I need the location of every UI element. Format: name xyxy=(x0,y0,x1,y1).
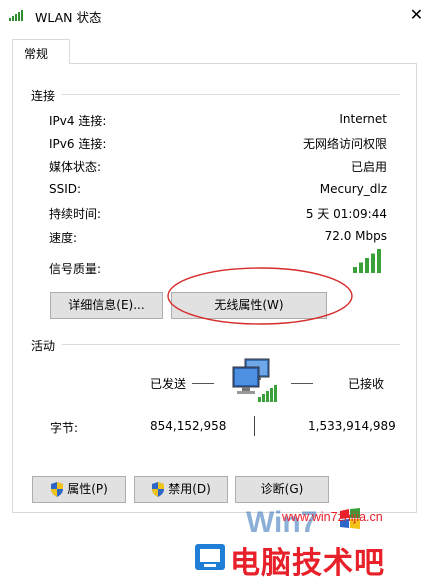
ipv4-label: IPv4 连接: xyxy=(49,114,107,128)
wifi-signal-icon xyxy=(9,10,23,21)
properties-button[interactable]: 属性(P) xyxy=(32,476,126,503)
close-button[interactable]: ✕ xyxy=(398,0,435,30)
wireless-properties-button-label: 无线属性(W) xyxy=(214,298,284,312)
signal-bar xyxy=(359,262,363,273)
media-state-value: 已启用 xyxy=(350,160,387,174)
uac-shield-icon xyxy=(152,482,165,497)
received-label: 已接收 xyxy=(348,377,385,391)
title-bar: WLAN 状态 ✕ xyxy=(0,0,435,30)
signal-bar xyxy=(377,249,381,273)
speed-value: 72.0 Mbps xyxy=(324,229,387,243)
watermark-brand: 电脑技术吧 xyxy=(230,546,385,581)
bytes-separator xyxy=(254,416,255,436)
sent-label: 已发送 xyxy=(150,377,187,391)
ssid-label: SSID: xyxy=(49,182,82,196)
activity-divider xyxy=(62,344,400,345)
signal-strength-icon xyxy=(353,249,381,273)
bytes-label: 字节: xyxy=(50,421,79,435)
window-title: WLAN 状态 xyxy=(35,10,102,25)
signal-bar xyxy=(371,253,375,273)
details-button-label: 详细信息(E)... xyxy=(68,298,145,312)
signal-bar xyxy=(353,267,357,273)
speed-label: 速度: xyxy=(49,231,78,245)
bytes-received-value: 1,533,914,989 xyxy=(308,419,396,433)
diagnose-button-label: 诊断(G) xyxy=(260,482,304,496)
properties-button-label: 属性(P) xyxy=(67,482,108,496)
ssid-value: Mecury_dlz xyxy=(319,182,387,196)
media-state-label: 媒体状态: xyxy=(49,160,102,174)
tab-general[interactable]: 常规 xyxy=(12,39,70,64)
received-dash xyxy=(291,383,313,384)
diagnose-button[interactable]: 诊断(G) xyxy=(235,476,329,503)
network-computers-icon xyxy=(232,358,277,402)
ipv4-value: Internet xyxy=(339,112,387,126)
disable-button[interactable]: 禁用(D) xyxy=(134,476,228,503)
connection-divider xyxy=(62,94,400,95)
signal-quality-label: 信号质量: xyxy=(49,262,102,276)
ipv6-value: 无网络访问权限 xyxy=(302,137,387,151)
tab-general-label: 常规 xyxy=(24,47,49,61)
bytes-sent-value: 854,152,958 xyxy=(150,419,227,433)
duration-value: 5 天 01:09:44 xyxy=(305,207,387,221)
details-button[interactable]: 详细信息(E)... xyxy=(50,292,163,319)
close-icon: ✕ xyxy=(409,5,424,24)
general-panel xyxy=(12,63,417,513)
connection-heading: 连接 xyxy=(31,89,56,103)
ipv6-label: IPv6 连接: xyxy=(49,137,107,151)
duration-label: 持续时间: xyxy=(49,207,102,221)
watermark-site: www.win7zhijia.cn xyxy=(282,510,383,524)
uac-shield-icon xyxy=(51,482,64,497)
signal-bar xyxy=(365,258,369,273)
sent-dash xyxy=(192,383,214,384)
activity-heading: 活动 xyxy=(31,339,56,353)
watermark: Win7 www.win7zhijia.cn 电脑技术吧 xyxy=(190,500,435,582)
disable-button-label: 禁用(D) xyxy=(168,482,211,496)
wireless-properties-button[interactable]: 无线属性(W) xyxy=(171,292,327,319)
